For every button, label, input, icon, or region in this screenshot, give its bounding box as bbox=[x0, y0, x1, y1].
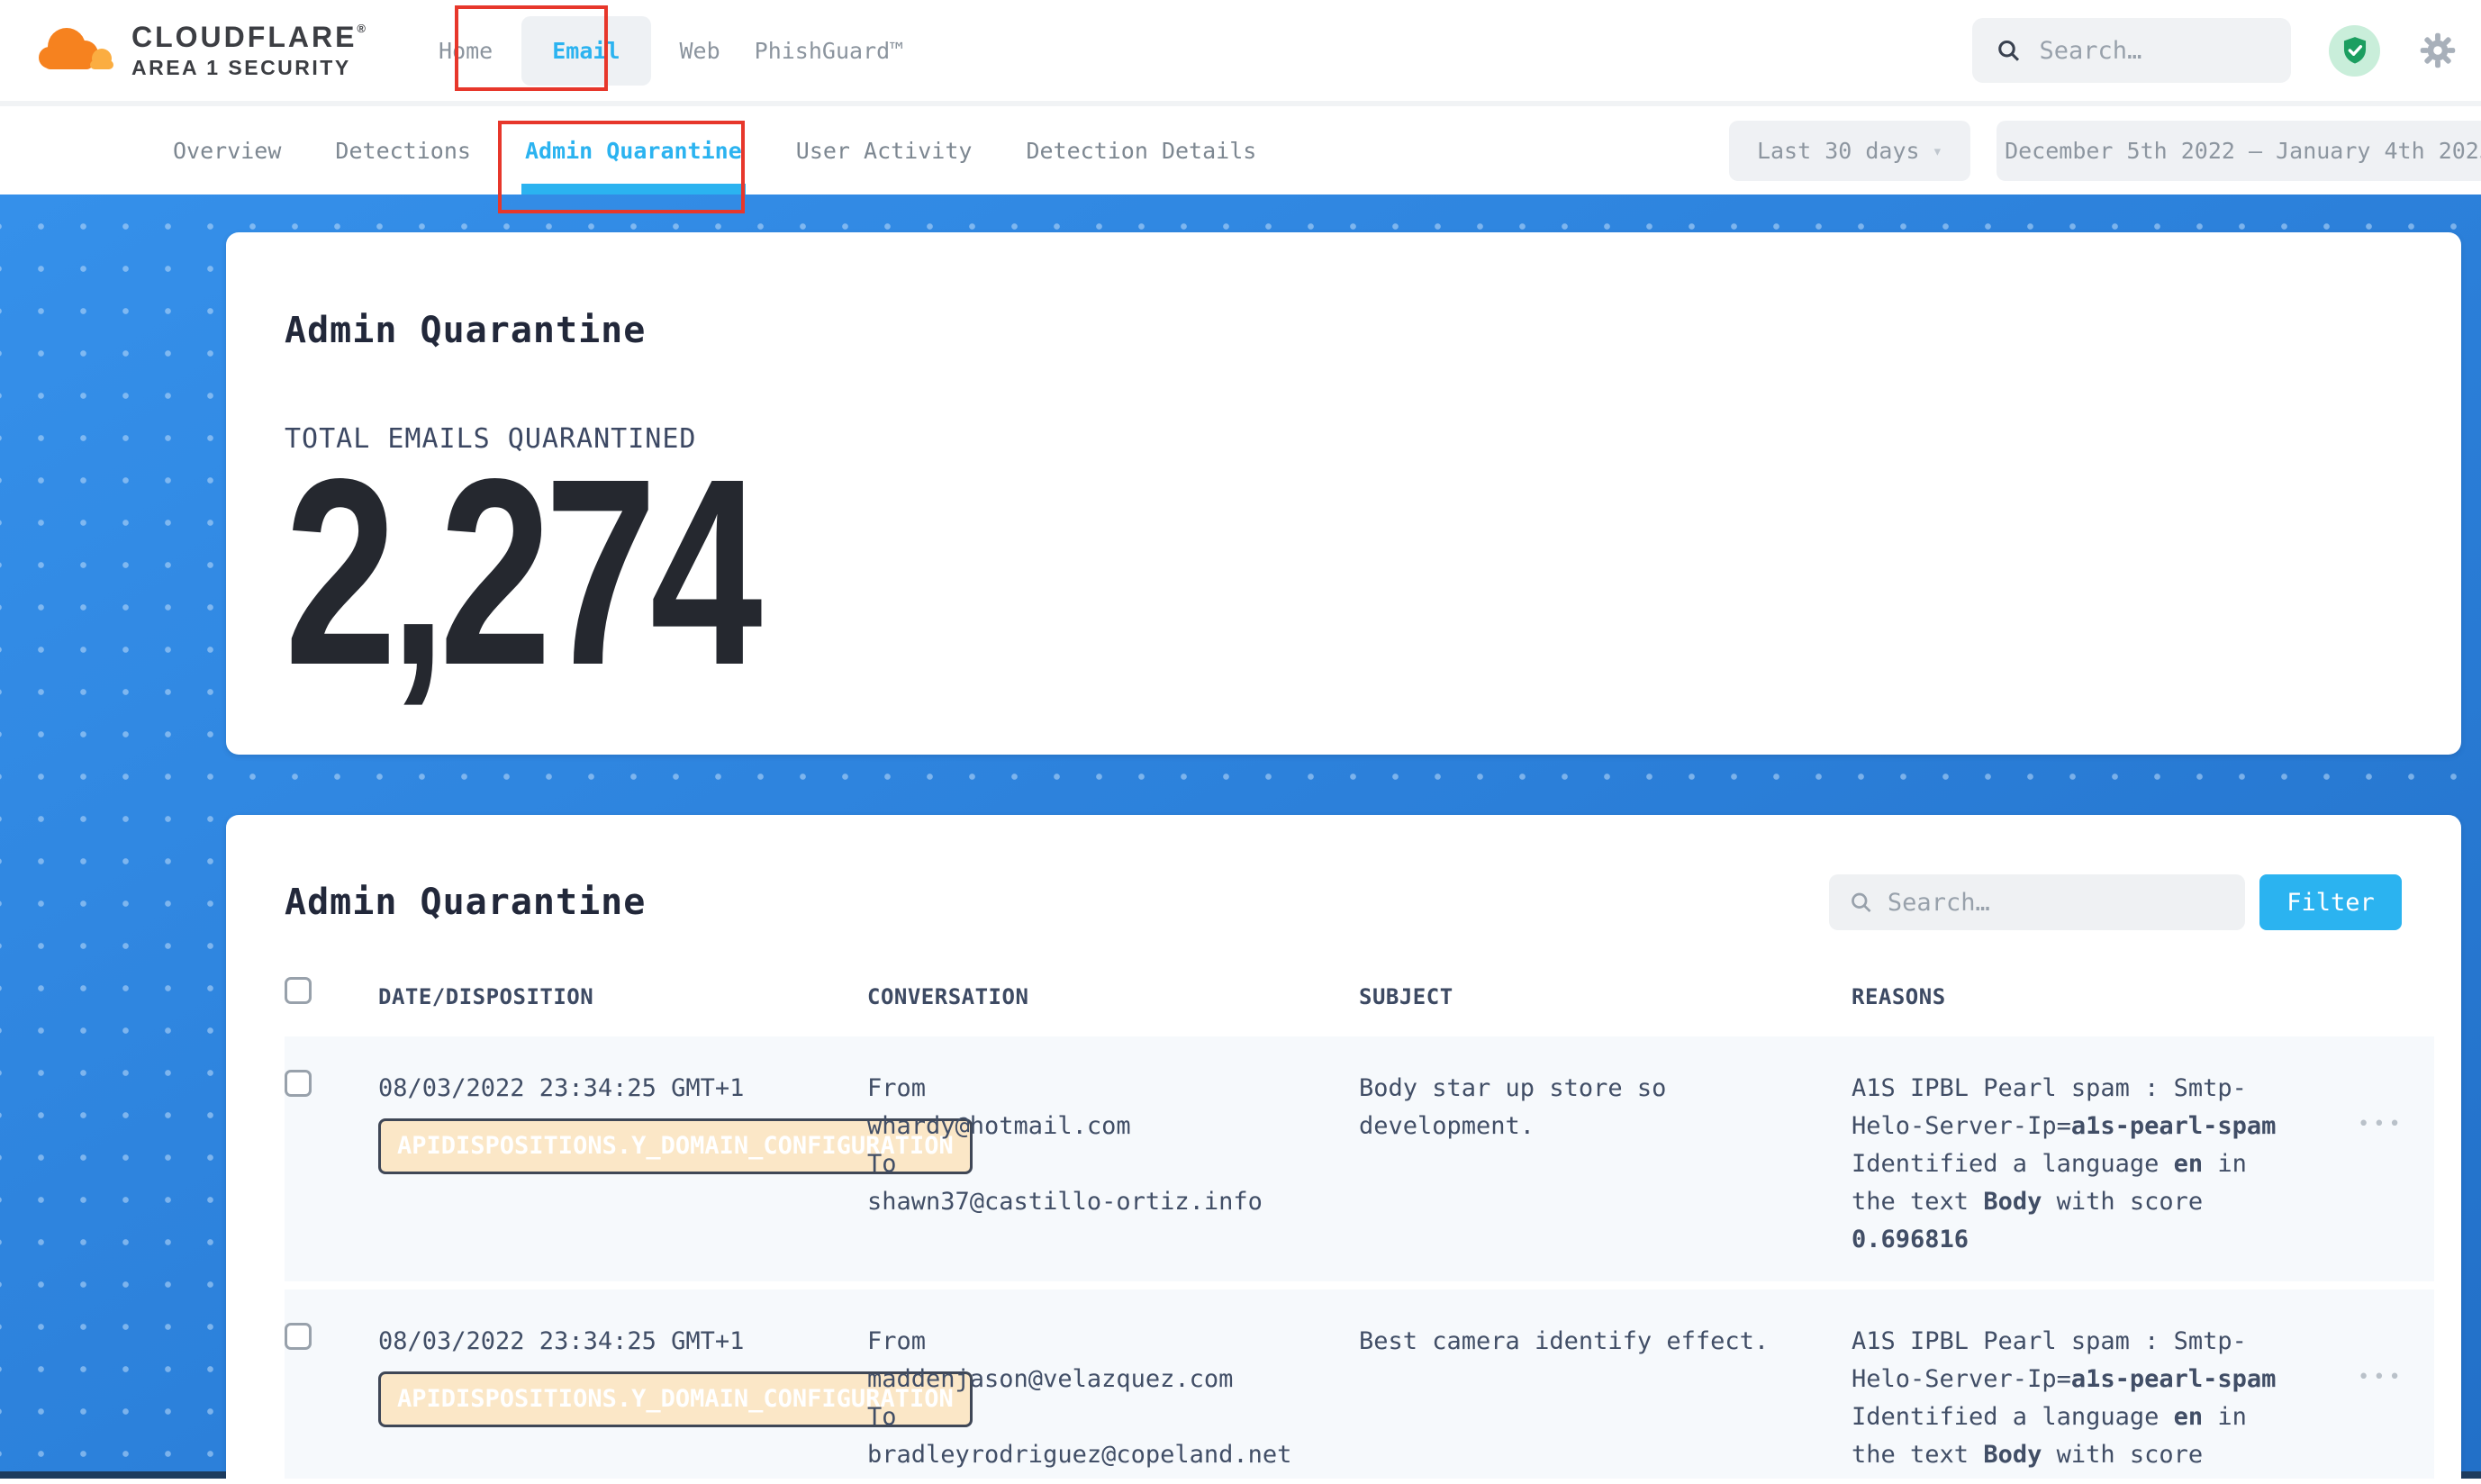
nav-item-phishguard[interactable]: PhishGuard™ bbox=[749, 29, 910, 73]
filter-button[interactable]: Filter bbox=[2259, 874, 2402, 930]
reasons-cell: A1S IPBL Pearl spam : Smtp-Helo-Server-I… bbox=[1852, 1323, 2297, 1479]
to-label: To bbox=[867, 1398, 1336, 1436]
quarantine-table-card: Admin Quarantine Filter DATE/DISPOSITION… bbox=[226, 815, 2461, 1479]
annotation-box-email bbox=[455, 5, 608, 91]
subject-cell: Best camera identify effect. bbox=[1359, 1323, 1782, 1479]
period-label: Last 30 days bbox=[1757, 138, 1920, 164]
row-checkbox[interactable] bbox=[285, 1070, 312, 1097]
search-icon bbox=[1996, 35, 2022, 66]
row-actions-menu[interactable]: ••• bbox=[2320, 1323, 2434, 1479]
chevron-down-icon: ▾ bbox=[1933, 141, 1942, 161]
date-range-label: December 5th 2022 — January 4th 2023 bbox=[2005, 138, 2481, 164]
summary-card-title: Admin Quarantine bbox=[285, 232, 2425, 351]
page-background: Admin Quarantine TOTAL EMAILS QUARANTINE… bbox=[0, 195, 2481, 1479]
column-header-reasons: REASONS bbox=[1852, 977, 2320, 1009]
search-icon bbox=[1849, 889, 1873, 916]
settings-gear-icon[interactable] bbox=[2418, 31, 2458, 70]
email-sub-nav: Overview Detections Admin Quarantine Use… bbox=[0, 101, 2481, 195]
tab-user-activity[interactable]: User Activity bbox=[792, 106, 976, 195]
table-header-row: DATE/DISPOSITION CONVERSATION SUBJECT RE… bbox=[285, 977, 2434, 1036]
column-header-date-disposition: DATE/DISPOSITION bbox=[378, 977, 867, 1009]
to-address[interactable]: bradleyrodriguez@copeland.net bbox=[867, 1436, 1336, 1474]
summary-card: Admin Quarantine TOTAL EMAILS QUARANTINE… bbox=[226, 232, 2461, 755]
table-body: 08/03/2022 23:34:25 GMT+1APIDISPOSITIONS… bbox=[285, 1036, 2434, 1479]
cloudflare-cloud-icon bbox=[31, 22, 117, 79]
row-actions-menu[interactable]: ••• bbox=[2320, 1070, 2434, 1281]
nav-item-web[interactable]: Web bbox=[675, 29, 726, 73]
quarantine-search[interactable] bbox=[1829, 874, 2245, 930]
brand-name: CLOUDFLARE® bbox=[131, 23, 368, 53]
cloudflare-logo: CLOUDFLARE® AREA 1 SECURITY bbox=[31, 22, 368, 79]
to-address[interactable]: shawn37@castillo-ortiz.info bbox=[867, 1183, 1336, 1221]
top-bar-right bbox=[1972, 18, 2458, 83]
select-all-checkbox[interactable] bbox=[285, 977, 312, 1004]
row-date: 08/03/2022 23:34:25 GMT+1 bbox=[378, 1070, 867, 1108]
table-row: 08/03/2022 23:34:25 GMT+1APIDISPOSITIONS… bbox=[285, 1036, 2434, 1281]
column-header-subject: SUBJECT bbox=[1359, 977, 1852, 1009]
conversation-cell: Frommaddenjason@velazquez.comTobradleyro… bbox=[867, 1323, 1336, 1479]
quarantine-search-input[interactable] bbox=[1888, 889, 2225, 917]
from-label: From bbox=[867, 1323, 1336, 1361]
global-search[interactable] bbox=[1972, 18, 2291, 83]
from-label: From bbox=[867, 1070, 1336, 1108]
date-disposition-cell: 08/03/2022 23:34:25 GMT+1APIDISPOSITIONS… bbox=[378, 1070, 867, 1281]
row-checkbox[interactable] bbox=[285, 1323, 312, 1350]
row-select-cell bbox=[285, 1070, 378, 1281]
table-row: 08/03/2022 23:34:25 GMT+1APIDISPOSITIONS… bbox=[285, 1289, 2434, 1479]
top-bar: CLOUDFLARE® AREA 1 SECURITY Home Email W… bbox=[0, 0, 2481, 101]
tab-detection-details[interactable]: Detection Details bbox=[1022, 106, 1260, 195]
date-range-selector[interactable]: December 5th 2022 — January 4th 2023 bbox=[1997, 121, 2481, 181]
total-quarantined-value: 2,274 bbox=[285, 464, 1912, 682]
date-disposition-cell: 08/03/2022 23:34:25 GMT+1APIDISPOSITIONS… bbox=[378, 1323, 867, 1479]
to-label: To bbox=[867, 1145, 1336, 1183]
shield-check-icon bbox=[2340, 35, 2370, 66]
global-search-input[interactable] bbox=[2040, 37, 2268, 65]
annotation-box-admin-quarantine bbox=[498, 121, 745, 213]
subject-cell: Body star up store so development. bbox=[1359, 1070, 1782, 1281]
table-card-title: Admin Quarantine bbox=[285, 882, 646, 923]
row-date: 08/03/2022 23:34:25 GMT+1 bbox=[378, 1323, 867, 1361]
tab-detections[interactable]: Detections bbox=[331, 106, 475, 195]
account-shield-badge[interactable] bbox=[2329, 25, 2380, 77]
conversation-cell: Fromwhardy@hotmail.comToshawn37@castillo… bbox=[867, 1070, 1336, 1281]
from-address[interactable]: maddenjason@velazquez.com bbox=[867, 1361, 1336, 1398]
row-select-cell bbox=[285, 1323, 378, 1479]
period-selector[interactable]: Last 30 days ▾ bbox=[1729, 121, 1970, 181]
brand-subtitle: AREA 1 SECURITY bbox=[131, 57, 368, 78]
from-address[interactable]: whardy@hotmail.com bbox=[867, 1108, 1336, 1145]
column-header-conversation: CONVERSATION bbox=[867, 977, 1359, 1009]
tab-overview[interactable]: Overview bbox=[169, 106, 285, 195]
reasons-cell: A1S IPBL Pearl spam : Smtp-Helo-Server-I… bbox=[1852, 1070, 2297, 1281]
